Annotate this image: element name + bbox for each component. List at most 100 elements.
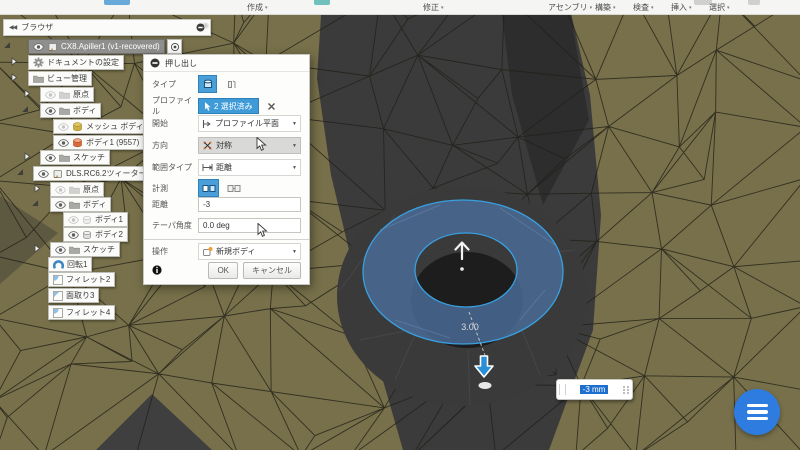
dimension-input-field[interactable]: -3 mm xyxy=(568,385,620,394)
tree-row-17[interactable]: フィレット4 xyxy=(48,305,115,320)
menu-4[interactable]: 構築▾ xyxy=(595,2,616,13)
operation-dropdown[interactable]: 新規ボディ ▼ xyxy=(198,243,301,260)
taper-input[interactable]: 0.0 deg xyxy=(198,218,301,233)
clear-selection-icon[interactable] xyxy=(267,102,276,111)
body-icon xyxy=(82,230,92,240)
visibility-eye-icon[interactable] xyxy=(68,231,79,239)
tree-row-3[interactable]: 原点 xyxy=(40,87,94,102)
menu-7[interactable]: 選択▾ xyxy=(709,2,730,13)
tree-expand-arrow[interactable] xyxy=(24,152,31,161)
folder-icon xyxy=(59,106,70,115)
visibility-eye-icon[interactable] xyxy=(45,154,56,162)
tree-row-2[interactable]: ビュー管理 xyxy=(28,71,92,86)
menu-label: 挿入 xyxy=(671,2,687,13)
tree-collapse-arrow[interactable] xyxy=(3,41,11,49)
panel-overflow-chevron[interactable]: » xyxy=(203,20,208,30)
tree-expand-arrow[interactable] xyxy=(34,184,41,193)
ok-button[interactable]: OK xyxy=(208,262,238,279)
hamburger-icon xyxy=(747,404,768,408)
body-icon xyxy=(72,138,83,148)
tree-row-11[interactable]: ボディ1 xyxy=(63,212,128,227)
start-dropdown[interactable]: プロファイル平面 ▼ xyxy=(198,115,301,132)
tree-item-label: 面取り3 xyxy=(66,290,94,301)
distance-input[interactable]: -3 xyxy=(198,197,301,212)
expand-arrow-icon xyxy=(24,152,31,161)
visibility-eye-icon[interactable] xyxy=(33,43,44,51)
revolve-feature-icon xyxy=(53,260,64,270)
tree-expand-arrow[interactable] xyxy=(34,244,41,253)
drag-grip[interactable] xyxy=(559,384,566,395)
visibility-eye-icon[interactable] xyxy=(45,91,56,99)
tree-row-13[interactable]: スケッチ xyxy=(50,242,120,257)
menu-5[interactable]: 検査▾ xyxy=(633,2,654,13)
tree-row-8[interactable]: DLS.RC6.2ツィーター∨ xyxy=(33,166,160,181)
visibility-eye-icon[interactable] xyxy=(55,201,66,209)
dimension-handle-dots[interactable] xyxy=(622,386,630,394)
profile-selection-count: 2 選択済み xyxy=(214,101,253,112)
info-icon[interactable] xyxy=(152,265,162,275)
menu-caret-icon: ▾ xyxy=(689,5,692,11)
component-icon xyxy=(47,42,58,52)
tree-row-12[interactable]: ボディ2 xyxy=(63,227,128,242)
type-solid-extrude-button[interactable] xyxy=(198,75,217,93)
menu-caret-icon: ▾ xyxy=(651,5,654,11)
activate-component-radio[interactable] xyxy=(167,39,182,54)
expand-arrow-icon xyxy=(24,89,31,98)
extent-dropdown[interactable]: 距離 ▼ xyxy=(198,159,301,176)
visibility-eye-icon[interactable] xyxy=(55,186,66,194)
tree-row-4[interactable]: ボディ xyxy=(40,103,101,118)
operation-value: 新規ボディ xyxy=(216,246,255,257)
folder-light-icon xyxy=(59,90,70,99)
dialog-header[interactable]: 押し出し xyxy=(144,55,309,72)
direction-dropdown[interactable]: 対称 ▼ xyxy=(198,137,301,154)
measure-half-length-button[interactable] xyxy=(198,179,219,197)
fillet-icon xyxy=(53,275,63,285)
dimension-input-box[interactable]: -3 mm xyxy=(556,379,633,400)
browser-panel-header[interactable]: ◀◀ ブラウザ xyxy=(3,19,211,36)
profile-selection-chip[interactable]: 2 選択済み xyxy=(198,98,259,114)
tree-row-7[interactable]: スケッチ xyxy=(40,150,110,165)
folder-icon xyxy=(69,200,80,209)
eye-icon xyxy=(45,91,56,99)
start-label: 開始 xyxy=(152,118,198,129)
tree-row-9[interactable]: 原点 xyxy=(50,182,104,197)
measure-whole-length-button[interactable] xyxy=(223,179,244,197)
tree-collapse-arrow[interactable] xyxy=(31,199,39,207)
visibility-eye-icon[interactable] xyxy=(68,216,79,224)
tree-expand-arrow[interactable] xyxy=(11,57,18,66)
tree-row-14[interactable]: 回転1 xyxy=(48,257,92,272)
tree-row-16[interactable]: 面取り3 xyxy=(48,288,99,303)
marking-menu-button[interactable] xyxy=(734,389,780,435)
tree-row-5[interactable]: メッシュ ボディ1 xyxy=(53,119,153,134)
tree-row-10[interactable]: ボディ xyxy=(50,197,111,212)
tree-expand-arrow[interactable] xyxy=(24,89,31,98)
visibility-eye-icon[interactable] xyxy=(58,123,69,131)
activate-component-icon xyxy=(170,42,180,52)
cancel-button[interactable]: キャンセル xyxy=(243,262,301,279)
manipulator-origin-dot[interactable] xyxy=(479,382,492,389)
menu-3[interactable]: アセンブリ▾ xyxy=(548,2,592,13)
tree-expand-arrow[interactable] xyxy=(11,73,18,82)
model-ring[interactable]: 3.00 xyxy=(337,186,587,406)
visibility-eye-icon[interactable] xyxy=(38,170,49,178)
tree-row-6[interactable]: ボディ1 (9557) xyxy=(53,135,144,150)
type-label: タイプ xyxy=(152,79,198,90)
distance-row: 距離 -3 xyxy=(152,197,301,212)
symmetric-direction-icon xyxy=(202,140,213,151)
operation-row: 操作 新規ボディ ▼ xyxy=(152,243,301,260)
type-thin-extrude-button[interactable] xyxy=(221,75,240,93)
tree-collapse-arrow[interactable] xyxy=(21,105,29,113)
menu-6[interactable]: 挿入▾ xyxy=(671,2,692,13)
tree-row-15[interactable]: フィレット2 xyxy=(48,272,115,287)
mesh-body-icon xyxy=(72,122,83,132)
tree-row-0[interactable]: CX8.Apiller1 (v1-recovered) xyxy=(28,39,165,54)
tree-collapse-arrow[interactable] xyxy=(16,168,24,176)
visibility-eye-icon[interactable] xyxy=(58,139,69,147)
menu-2[interactable]: 修正▾ xyxy=(423,2,444,13)
visibility-eye-icon[interactable] xyxy=(45,107,56,115)
tree-row-1[interactable]: ドキュメントの設定 xyxy=(28,55,124,70)
collapse-panel-icon[interactable]: ◀◀ xyxy=(9,24,16,31)
expand-arrow-icon xyxy=(34,184,41,193)
visibility-eye-icon[interactable] xyxy=(55,246,66,254)
menu-1[interactable]: 作成▾ xyxy=(247,2,268,13)
